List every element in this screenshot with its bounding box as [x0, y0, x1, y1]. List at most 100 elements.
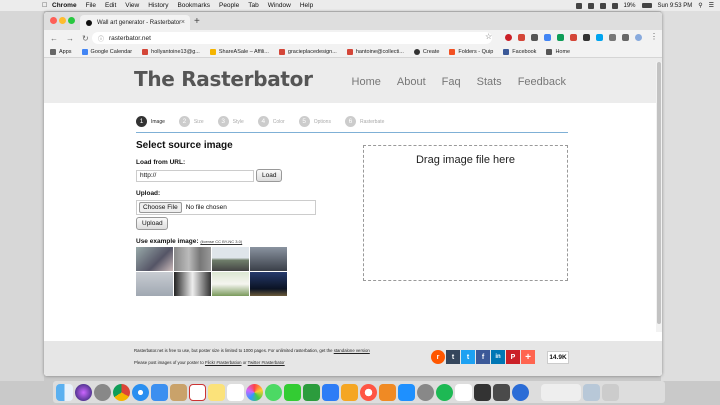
more-menu-icon[interactable]: ⋮ — [650, 32, 658, 41]
info-icon[interactable]: ⓘ — [98, 34, 104, 43]
close-window-button[interactable] — [50, 17, 57, 24]
tray-icon[interactable] — [599, 2, 606, 9]
load-button[interactable]: Load — [256, 169, 283, 182]
extension-icon[interactable] — [518, 34, 525, 41]
launchpad-icon[interactable] — [94, 383, 111, 401]
calendar-icon[interactable] — [189, 383, 206, 401]
example-image-planes[interactable] — [136, 272, 173, 296]
system-preferences-icon[interactable] — [417, 383, 434, 401]
example-image-goat[interactable] — [212, 272, 249, 296]
example-image-skyline[interactable] — [250, 247, 287, 271]
books-icon[interactable] — [379, 383, 396, 401]
mail-icon[interactable] — [151, 383, 168, 401]
folder-icon[interactable] — [541, 383, 581, 401]
nav-feedback[interactable]: Feedback — [518, 76, 566, 88]
step-image[interactable]: 1 Image — [136, 116, 165, 127]
facetime-icon[interactable] — [284, 383, 301, 401]
reminders-icon[interactable] — [227, 383, 244, 401]
search-icon[interactable]: ⚲ — [698, 2, 702, 9]
star-icon[interactable]: ☆ — [485, 32, 492, 41]
address-bar[interactable]: ⓘ rasterbator.net — [92, 32, 492, 44]
chrome-icon[interactable] — [113, 383, 130, 401]
spotify-icon[interactable] — [436, 383, 453, 401]
extension-icon[interactable] — [583, 34, 590, 41]
bookmark-shareasale[interactable]: ShareASale – Affili... — [209, 48, 269, 55]
menu-file[interactable]: File — [86, 2, 96, 9]
minimize-window-button[interactable] — [59, 17, 66, 24]
license-link[interactable]: (license CC BY-NC 3.0) — [200, 239, 242, 244]
menu-history[interactable]: History — [148, 2, 168, 9]
extension-icon[interactable] — [570, 34, 577, 41]
nav-about[interactable]: About — [397, 76, 426, 88]
site-logo[interactable]: The Rasterbator — [134, 67, 313, 91]
numbers-icon[interactable] — [303, 383, 320, 401]
reddit-icon[interactable]: r — [431, 350, 445, 364]
example-image-landscape[interactable] — [212, 247, 249, 271]
bookmark-apps[interactable]: Apps — [50, 48, 72, 55]
battery-icon[interactable] — [641, 3, 652, 8]
siri-icon[interactable] — [75, 383, 92, 401]
extension-icon[interactable] — [531, 34, 538, 41]
contacts-icon[interactable] — [170, 383, 187, 401]
flickr-link[interactable]: Flickr #rasterbation — [205, 360, 242, 365]
facebook-icon[interactable]: f — [476, 350, 490, 364]
quicktime-icon[interactable] — [512, 383, 529, 401]
bookmark-google-calendar[interactable]: Google Calendar — [81, 48, 132, 55]
page-scrollbar[interactable] — [656, 62, 662, 332]
file-input[interactable]: Choose File No file chosen — [136, 200, 316, 215]
slack-icon[interactable] — [455, 383, 472, 401]
standalone-link[interactable]: standalone version — [334, 348, 370, 353]
bookmark-facebook[interactable]: Facebook — [503, 48, 536, 55]
example-image-portrait[interactable] — [174, 272, 211, 296]
choose-file-button[interactable]: Choose File — [139, 202, 182, 213]
menu-tab[interactable]: Tab — [248, 2, 258, 9]
scrollbar-thumb[interactable] — [657, 62, 661, 324]
menu-bookmarks[interactable]: Bookmarks — [177, 2, 210, 9]
safari-icon[interactable] — [132, 383, 149, 401]
menu-help[interactable]: Help — [300, 2, 313, 9]
drop-zone[interactable]: Drag image file here — [363, 145, 568, 281]
twitter-icon[interactable]: t — [461, 350, 475, 364]
tray-icon[interactable] — [587, 2, 594, 9]
bookmark-quip[interactable]: Folders - Quip — [449, 48, 493, 55]
extension-icon[interactable] — [596, 34, 603, 41]
more-share-icon[interactable]: + — [521, 350, 535, 364]
apple-icon[interactable]:  — [42, 2, 52, 9]
forward-icon[interactable]: → — [66, 34, 76, 43]
clock[interactable]: Sun 9:53 PM — [658, 3, 693, 9]
example-image-tree[interactable] — [136, 247, 173, 271]
back-icon[interactable]: ← — [50, 34, 60, 43]
extension-icon[interactable] — [609, 34, 616, 41]
trash-icon[interactable] — [602, 383, 619, 401]
finder-icon[interactable] — [56, 383, 73, 401]
bookmark-home[interactable]: Home — [546, 48, 570, 55]
app-store-icon[interactable] — [398, 383, 415, 401]
battery-percent[interactable]: 19% — [624, 3, 636, 9]
pages-icon[interactable] — [341, 383, 358, 401]
wifi-icon[interactable] — [611, 2, 618, 9]
puzzle-extensions-icon[interactable] — [622, 34, 629, 41]
notes-icon[interactable] — [208, 383, 225, 401]
upload-button[interactable]: Upload — [136, 217, 168, 230]
example-image-faces[interactable] — [174, 247, 211, 271]
browser-tab[interactable]: Wall art generator - Rasterbator × — [80, 15, 190, 30]
extension-icon[interactable] — [557, 34, 564, 41]
nav-stats[interactable]: Stats — [477, 76, 502, 88]
bookmark-gmail-2[interactable]: gracieplacedesign... — [278, 48, 337, 55]
tray-icon[interactable] — [575, 2, 582, 9]
app-icon[interactable] — [493, 383, 510, 401]
maximize-window-button[interactable] — [68, 17, 75, 24]
music-icon[interactable] — [360, 383, 377, 401]
bookmark-gmail-3[interactable]: hantoine@collecti... — [346, 48, 404, 55]
extension-icon[interactable] — [544, 34, 551, 41]
pinterest-icon[interactable]: P — [506, 350, 520, 364]
tumblr-icon[interactable]: t — [446, 350, 460, 364]
twitter-link[interactable]: Twitter #rasterbator — [248, 360, 285, 365]
menu-app[interactable]: Chrome — [52, 2, 77, 9]
reload-icon[interactable]: ↻ — [82, 34, 92, 43]
close-tab-icon[interactable]: × — [181, 19, 185, 26]
menu-list-icon[interactable]: ☰ — [709, 2, 714, 9]
menu-people[interactable]: People — [219, 2, 239, 9]
example-image-night[interactable] — [250, 272, 287, 296]
nav-home[interactable]: Home — [352, 76, 381, 88]
